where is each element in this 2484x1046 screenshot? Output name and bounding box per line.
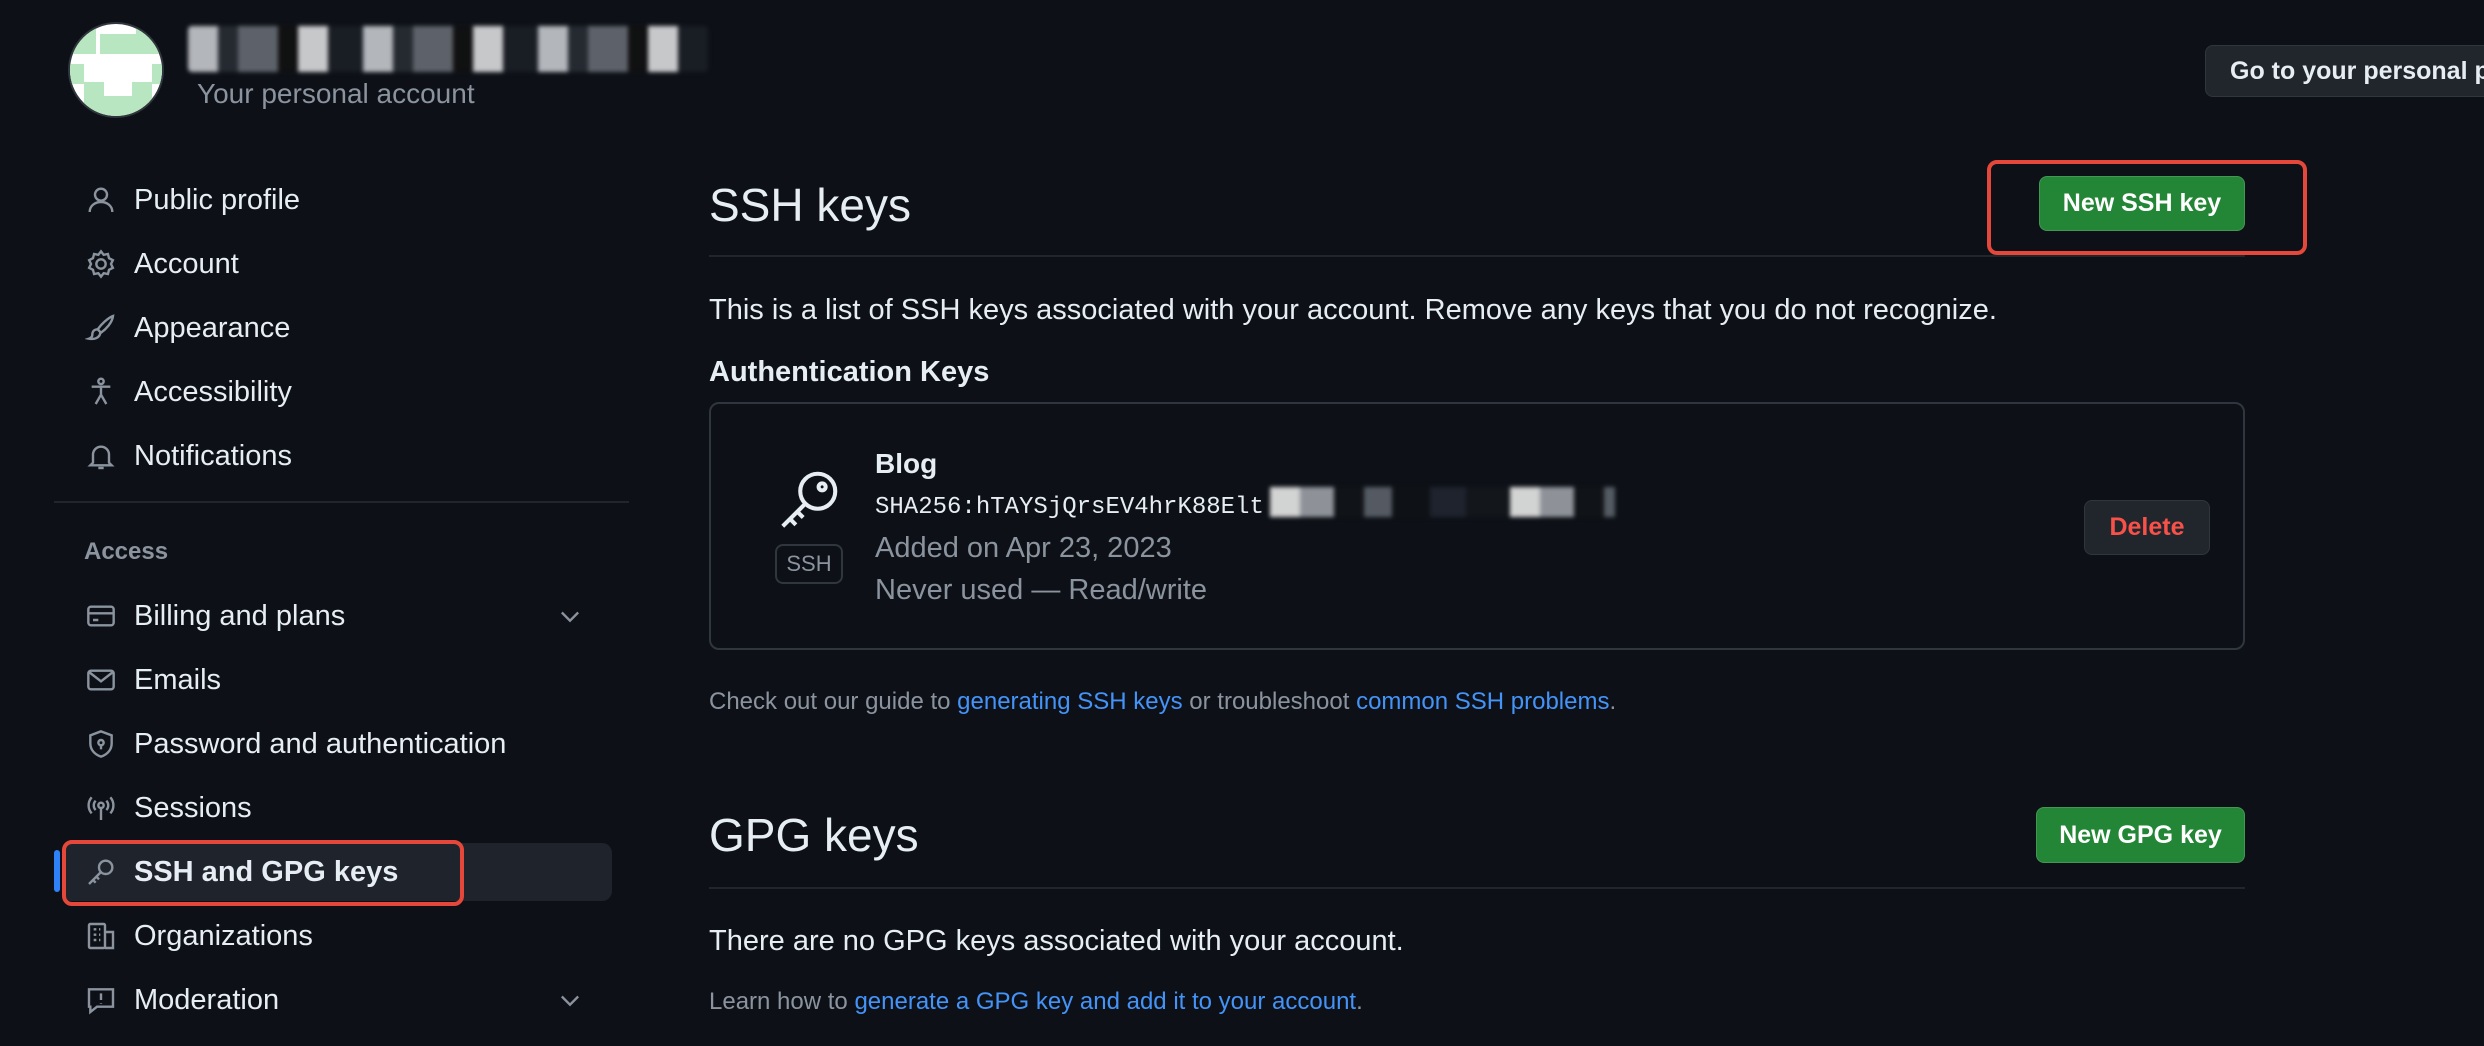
gpg-keys-title: GPG keys [709,809,919,861]
sidebar-item-label: Password and authentication [134,727,507,760]
account-subtitle: Your personal account [197,78,475,109]
ssh-key-added: Added on Apr 23, 2023 [875,532,1172,564]
sidebar-item-label: Moderation [134,983,280,1016]
fingerprint-redacted [1270,487,1615,517]
guide-suffix: . [1609,688,1617,715]
ssh-key-usage: Never used — Read/write [875,574,1208,606]
sidebar-item-public-profile[interactable]: Public profile [70,172,610,228]
goto-profile-button[interactable]: Go to your personal profile [2205,45,2484,97]
sidebar-item-billing[interactable]: Billing and plans [70,588,610,644]
ssh-keys-title: SSH keys [709,179,911,231]
sidebar-item-label: Billing and plans [134,599,346,632]
sidebar-item-label: Organizations [134,919,313,952]
chevron-down-icon[interactable] [556,602,584,630]
sidebar-item-appearance[interactable]: Appearance [70,300,610,356]
gpg-empty-text: There are no GPG keys associated with yo… [709,925,1404,957]
sidebar-item-label: Appearance [134,311,291,344]
active-indicator [54,850,60,892]
generate-gpg-key-link[interactable]: generate a GPG key and add it to your ac… [854,988,1356,1015]
annotation-highlight-sidebar [62,840,464,906]
ssh-description: This is a list of SSH keys associated wi… [709,294,1997,326]
sidebar-item-label: Emails [134,663,222,696]
account-name-redacted [188,26,708,72]
sidebar-item-notifications[interactable]: Notifications [70,428,610,484]
ssh-title-rule [709,255,2245,257]
learn-suffix: . [1356,988,1363,1015]
key-icon [781,471,838,528]
sidebar-section-access: Access [84,538,169,565]
guide-prefix: Check out our guide to [709,688,958,715]
shield-lock-icon [84,727,118,761]
credit-card-icon [84,599,118,633]
gear-icon [84,247,118,281]
chevron-down-icon[interactable] [556,986,584,1014]
sidebar-item-accessibility[interactable]: Accessibility [70,364,610,420]
mail-icon [84,663,118,697]
annotation-highlight-new-ssh [1987,160,2307,255]
sidebar-divider [54,501,629,503]
accessibility-icon [84,375,118,409]
organization-icon [84,919,118,953]
delete-key-button[interactable]: Delete [2084,500,2210,555]
new-gpg-key-button[interactable]: New GPG key [2036,807,2245,863]
sidebar-item-emails[interactable]: Emails [70,652,610,708]
ssh-guide-text: Check out our guide to generating SSH ke… [709,688,1616,716]
gpg-learn-text: Learn how to generate a GPG key and add … [709,988,1363,1016]
sidebar-item-label: Sessions [134,791,252,824]
gpg-title-rule [709,887,2245,889]
person-icon [84,183,118,217]
ssh-badge: SSH [775,544,843,584]
common-ssh-problems-link[interactable]: common SSH problems [1356,688,1609,715]
auth-keys-heading: Authentication Keys [709,356,990,388]
sidebar-item-label: Account [134,247,239,280]
sidebar-item-label: Public profile [134,183,301,216]
paintbrush-icon [84,311,118,345]
learn-prefix: Learn how to [709,988,855,1015]
sidebar-item-account[interactable]: Account [70,236,610,292]
sidebar-item-label: Accessibility [134,375,292,408]
broadcast-icon [84,791,118,825]
sidebar-item-label: Notifications [134,439,292,472]
sidebar-item-moderation[interactable]: Moderation [70,972,610,1028]
report-icon [84,983,118,1017]
sidebar-item-organizations[interactable]: Organizations [70,908,610,964]
sidebar-item-password-auth[interactable]: Password and authentication [70,716,610,772]
ssh-key-fingerprint: SHA256:hTAYSjQrsEV4hrK88Elt [875,494,1264,521]
bell-icon [84,439,118,473]
ssh-key-card [709,402,2245,650]
guide-middle: or troubleshoot [1182,688,1357,715]
avatar[interactable] [68,22,164,118]
generating-ssh-keys-link[interactable]: generating SSH keys [957,688,1182,715]
sidebar-item-sessions[interactable]: Sessions [70,780,610,836]
ssh-key-name: Blog [875,448,938,479]
